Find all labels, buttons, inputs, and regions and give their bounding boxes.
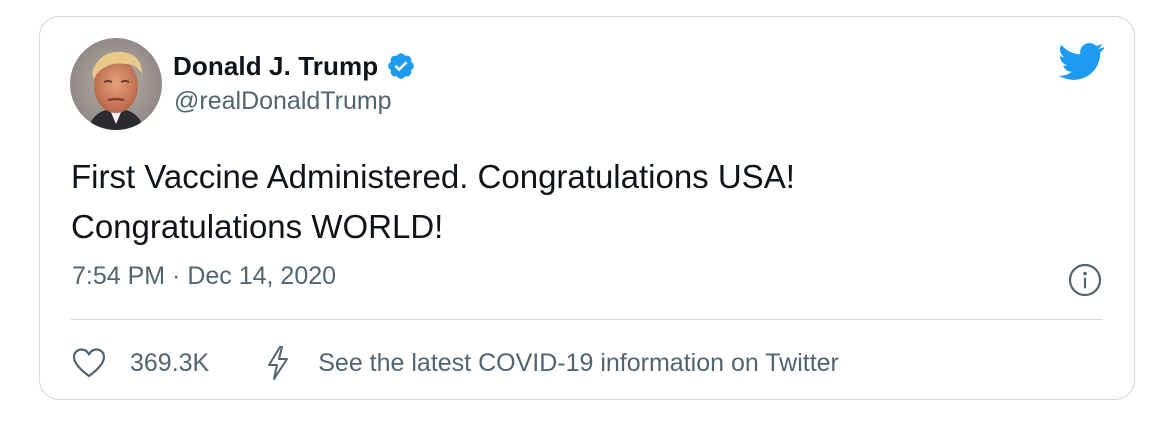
tweet-text-line: First Vaccine Administered. Congratulati… bbox=[71, 158, 795, 195]
like-count[interactable]: 369.3K bbox=[130, 349, 209, 378]
avatar[interactable] bbox=[70, 38, 162, 130]
twitter-bird-icon[interactable] bbox=[1058, 42, 1105, 82]
author-display-name[interactable]: Donald J. Trump bbox=[173, 51, 378, 82]
tweet-timestamp[interactable]: 7:54 PM · Dec 14, 2020 bbox=[72, 262, 336, 291]
tweet-text-line: Congratulations WORLD! bbox=[71, 208, 444, 245]
tweet-card[interactable]: Donald J. Trump @realDonaldTrump First V… bbox=[39, 16, 1135, 400]
divider bbox=[71, 319, 1103, 320]
like-button[interactable]: 369.3K bbox=[72, 347, 209, 379]
author-name-row[interactable]: Donald J. Trump bbox=[173, 49, 416, 83]
verified-badge-icon bbox=[386, 51, 416, 81]
covid-info-link[interactable]: See the latest COVID-19 information on T… bbox=[266, 345, 839, 381]
bolt-icon bbox=[266, 345, 290, 381]
tweet-actions: 369.3K See the latest COVID-19 informati… bbox=[72, 341, 839, 385]
info-icon[interactable] bbox=[1068, 263, 1102, 297]
profile-photo bbox=[70, 38, 162, 130]
tweet-text: First Vaccine Administered. Congratulati… bbox=[71, 152, 1101, 252]
covid-info-label[interactable]: See the latest COVID-19 information on T… bbox=[318, 349, 839, 378]
author-handle[interactable]: @realDonaldTrump bbox=[174, 87, 392, 116]
heart-icon[interactable] bbox=[72, 347, 106, 379]
